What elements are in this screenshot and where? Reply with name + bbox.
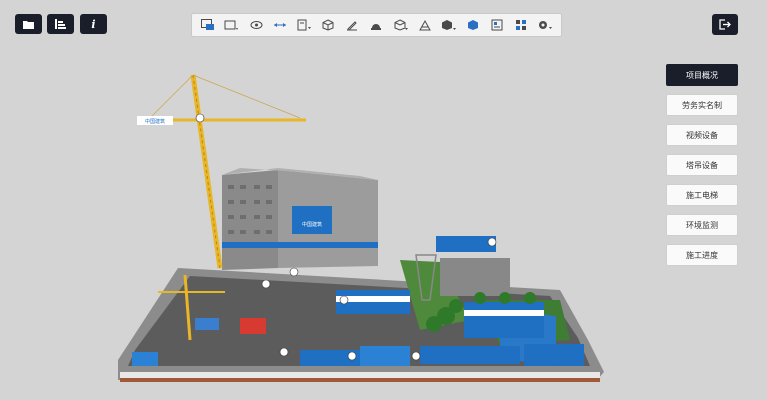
front-fence-banner bbox=[420, 346, 520, 364]
camera-marker[interactable] bbox=[261, 279, 271, 289]
base-edge-soil bbox=[120, 378, 600, 382]
site-gate[interactable] bbox=[360, 346, 410, 366]
menu-construction-elevator[interactable]: 施工电梯 bbox=[666, 184, 738, 206]
terrain-icon[interactable] bbox=[416, 16, 434, 34]
camera-marker[interactable] bbox=[339, 295, 349, 305]
camera-marker[interactable] bbox=[289, 267, 299, 277]
refresh-view-icon[interactable] bbox=[247, 16, 265, 34]
layers-list-icon bbox=[55, 19, 66, 29]
info-button[interactable]: i bbox=[80, 14, 107, 34]
camera-marker[interactable] bbox=[487, 237, 497, 247]
folder-icon bbox=[23, 20, 34, 29]
section-dropdown-icon[interactable] bbox=[295, 16, 313, 34]
cube-dropdown-icon[interactable] bbox=[440, 16, 458, 34]
blue-container bbox=[195, 318, 219, 330]
camera-marker[interactable] bbox=[279, 347, 289, 357]
settings-dropdown-icon[interactable] bbox=[536, 16, 554, 34]
building-banner bbox=[222, 242, 378, 248]
camera-marker[interactable] bbox=[411, 351, 421, 361]
solid-cube-icon[interactable] bbox=[464, 16, 482, 34]
yard-area bbox=[440, 258, 510, 296]
exit-icon bbox=[719, 19, 731, 30]
side-menu: 项目概况 劳务实名制 视频设备 塔吊设备 施工电梯 环境监测 施工进度 bbox=[666, 64, 738, 274]
main-toolbar bbox=[191, 13, 562, 37]
measure-distance-icon[interactable] bbox=[271, 16, 289, 34]
layers-button[interactable] bbox=[47, 14, 74, 34]
menu-project-overview[interactable]: 项目概况 bbox=[666, 64, 738, 86]
info-icon: i bbox=[91, 17, 96, 31]
camera-marker bbox=[195, 113, 205, 123]
main-building[interactable]: 中国建筑 bbox=[222, 168, 378, 270]
red-container bbox=[240, 318, 266, 334]
document-icon[interactable] bbox=[488, 16, 506, 34]
cube-icon[interactable] bbox=[319, 16, 337, 34]
building-sign-board bbox=[292, 206, 332, 234]
exit-button[interactable] bbox=[712, 14, 738, 35]
site-3d-scene[interactable]: 中国建筑 中国建筑 bbox=[0, 0, 767, 400]
camera-dropdown-icon[interactable] bbox=[223, 16, 241, 34]
menu-construction-progress[interactable]: 施工进度 bbox=[666, 244, 738, 266]
building-sign-text: 中国建筑 bbox=[302, 221, 322, 228]
image-compare-icon[interactable] bbox=[199, 16, 217, 34]
menu-tower-crane[interactable]: 塔吊设备 bbox=[666, 154, 738, 176]
menu-video-devices[interactable]: 视频设备 bbox=[666, 124, 738, 146]
pen-icon[interactable] bbox=[343, 16, 361, 34]
menu-labor-realname[interactable]: 劳务实名制 bbox=[666, 94, 738, 116]
menu-environment-monitor[interactable]: 环境监测 bbox=[666, 214, 738, 236]
grid-icon[interactable] bbox=[512, 16, 530, 34]
crane-sign-text: 中国建筑 bbox=[145, 118, 165, 125]
folder-button[interactable] bbox=[15, 14, 42, 34]
warning-signal-icon[interactable] bbox=[367, 16, 385, 34]
camera-marker[interactable] bbox=[347, 351, 357, 361]
box-outline-icon[interactable] bbox=[392, 16, 410, 34]
guard-booth bbox=[132, 352, 158, 366]
